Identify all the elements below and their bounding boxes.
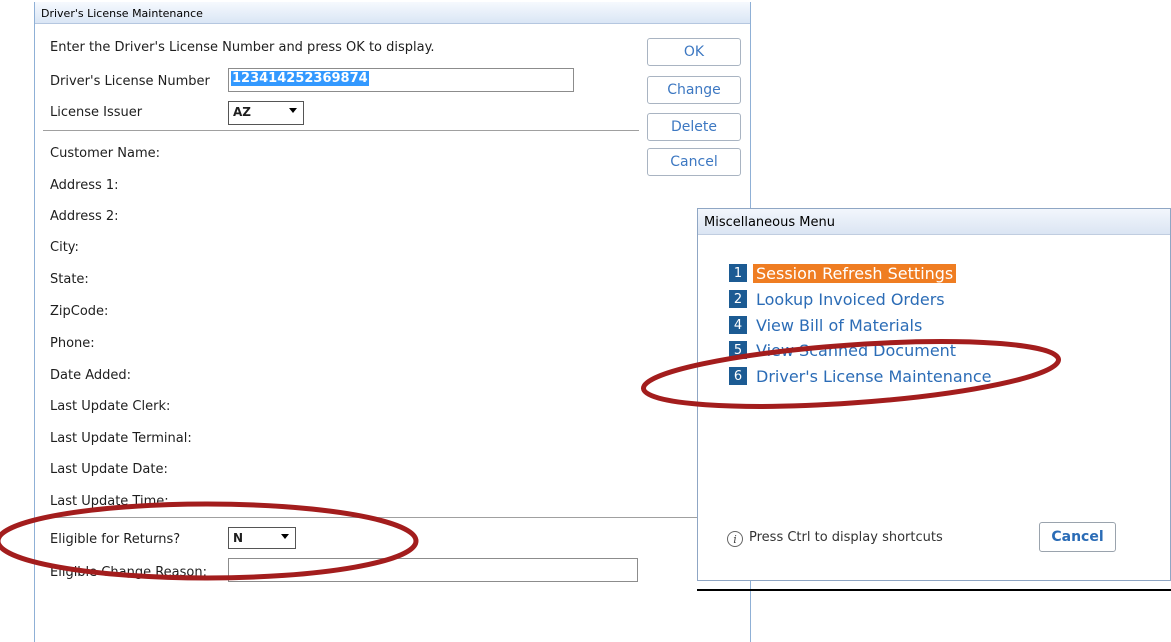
menu-item-lookup-invoiced[interactable]: 2 Lookup Invoiced Orders bbox=[729, 289, 948, 309]
eligible-reason-label: Eligible Change Reason: bbox=[50, 565, 207, 580]
field-label-date-added: Date Added: bbox=[50, 368, 132, 383]
menu-item-bill-of-materials[interactable]: 4 View Bill of Materials bbox=[729, 315, 925, 335]
menu-item-label: View Scanned Document bbox=[756, 340, 957, 360]
info-icon: i bbox=[727, 531, 743, 547]
menu-item-session-refresh[interactable]: 1 Session Refresh Settings bbox=[729, 263, 957, 283]
menu-item-number: 5 bbox=[729, 341, 747, 359]
menu-item-drivers-license[interactable]: 6 Driver's License Maintenance bbox=[729, 366, 995, 386]
dl-number-label: Driver's License Number bbox=[50, 74, 210, 89]
field-label-customer-name: Customer Name: bbox=[50, 146, 161, 161]
drivers-license-window: Driver's License Maintenance Enter the D… bbox=[34, 2, 753, 642]
cancel-button[interactable]: Cancel bbox=[647, 148, 741, 176]
field-label-last-update-date: Last Update Date: bbox=[50, 462, 168, 477]
eligible-returns-value: N bbox=[233, 531, 244, 545]
instruction-text: Enter the Driver's License Number and pr… bbox=[50, 40, 435, 55]
shortcut-hint: Press Ctrl to display shortcuts bbox=[749, 530, 943, 545]
chevron-down-icon bbox=[281, 534, 289, 539]
issuer-select[interactable]: AZ bbox=[228, 101, 304, 125]
field-label-last-update-clerk: Last Update Clerk: bbox=[50, 399, 171, 414]
eligible-returns-select[interactable]: N bbox=[228, 527, 296, 549]
divider bbox=[43, 130, 639, 131]
menu-item-number: 1 bbox=[729, 264, 747, 282]
window-title: Miscellaneous Menu bbox=[704, 215, 835, 230]
window-title: Driver's License Maintenance bbox=[41, 7, 203, 20]
divider-lower bbox=[43, 517, 753, 518]
menu-item-label: View Bill of Materials bbox=[756, 315, 923, 335]
issuer-value: AZ bbox=[233, 105, 251, 119]
menu-item-label: Lookup Invoiced Orders bbox=[756, 289, 945, 309]
menu-item-number: 4 bbox=[729, 316, 747, 334]
field-label-state: State: bbox=[50, 272, 89, 287]
menu-item-label: Driver's License Maintenance bbox=[756, 366, 992, 386]
dl-number-input[interactable]: 123414252369874 bbox=[228, 68, 574, 92]
field-label-last-update-terminal: Last Update Terminal: bbox=[50, 431, 192, 446]
menu-item-number: 6 bbox=[729, 367, 747, 385]
menu-item-number: 2 bbox=[729, 290, 747, 308]
menu-item-label: Session Refresh Settings bbox=[753, 263, 957, 283]
delete-button[interactable]: Delete bbox=[647, 113, 741, 141]
eligible-reason-input[interactable] bbox=[228, 558, 638, 582]
field-label-address-1: Address 1: bbox=[50, 178, 119, 193]
issuer-label: License Issuer bbox=[50, 105, 143, 120]
cancel-button[interactable]: Cancel bbox=[1039, 522, 1116, 552]
field-label-last-update-time: Last Update Time: bbox=[50, 494, 169, 509]
ok-button[interactable]: OK bbox=[647, 38, 741, 66]
menu-item-scanned-document[interactable]: 5 View Scanned Document bbox=[729, 340, 959, 360]
chevron-down-icon bbox=[289, 108, 297, 113]
field-label-phone: Phone: bbox=[50, 336, 95, 351]
title-bar: Miscellaneous Menu bbox=[698, 209, 1170, 235]
title-bar: Driver's License Maintenance bbox=[35, 2, 750, 24]
field-label-address-2: Address 2: bbox=[50, 209, 119, 224]
dl-number-value: 123414252369874 bbox=[231, 71, 369, 86]
field-label-city: City: bbox=[50, 240, 79, 255]
misc-menu-window: Miscellaneous Menu 1 Session Refresh Set… bbox=[697, 208, 1171, 581]
field-label-zipcode: ZipCode: bbox=[50, 304, 109, 319]
baseline-rule bbox=[697, 589, 1171, 591]
change-button[interactable]: Change bbox=[647, 76, 741, 104]
eligible-returns-label: Eligible for Returns? bbox=[50, 532, 181, 547]
